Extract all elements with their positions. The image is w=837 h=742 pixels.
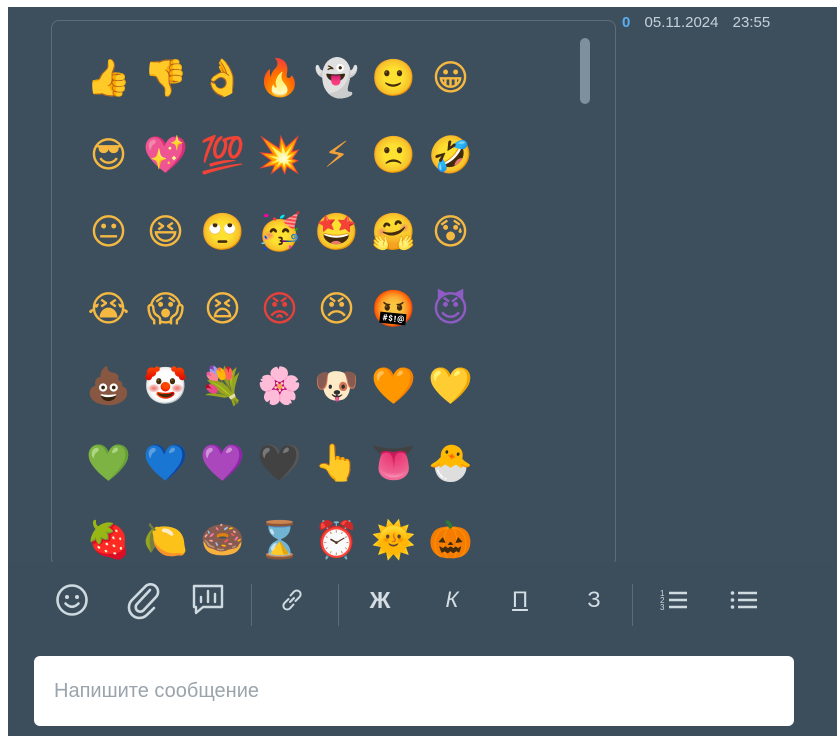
- italic-button[interactable]: К: [434, 580, 470, 620]
- black-heart-emoji[interactable]: 🖤: [251, 442, 308, 519]
- poll-button[interactable]: [186, 580, 230, 620]
- bold-button[interactable]: Ж: [362, 580, 398, 620]
- unread-count: 0: [622, 14, 631, 31]
- partying-face-emoji[interactable]: 🥳: [251, 211, 308, 288]
- hourglass-emoji[interactable]: ⌛: [251, 519, 308, 566]
- tired-face-emoji[interactable]: 😫: [194, 288, 251, 365]
- rolling-on-the-floor-laughing-emoji[interactable]: 🤣: [422, 134, 479, 211]
- cherry-blossom-emoji[interactable]: 🌸: [251, 365, 308, 442]
- backhand-index-pointing-up-emoji[interactable]: 👆: [308, 442, 365, 519]
- frame-top: [0, 0, 837, 7]
- neutral-face-emoji[interactable]: 😐: [80, 211, 137, 288]
- message-date: 05.11.2024: [644, 14, 719, 31]
- formatting-toolbar: Ж К П З 1 2 3: [8, 562, 837, 655]
- slightly-smiling-face-emoji[interactable]: 🙂: [365, 57, 422, 134]
- purple-heart-emoji[interactable]: 💜: [194, 442, 251, 519]
- bulleted-list-button[interactable]: [724, 580, 764, 620]
- blue-heart-emoji[interactable]: 💙: [137, 442, 194, 519]
- link-icon: [282, 589, 302, 611]
- message-input[interactable]: [34, 656, 794, 726]
- ok-hand-emoji[interactable]: 👌: [194, 57, 251, 134]
- message-meta: 0 05.11.2024 23:55: [622, 14, 770, 31]
- link-button[interactable]: [272, 580, 312, 620]
- emoji-button[interactable]: [52, 580, 92, 620]
- ghost-emoji[interactable]: 👻: [308, 57, 365, 134]
- loudly-crying-face-emoji[interactable]: 😭: [80, 288, 137, 365]
- grinning-squinting-face-emoji[interactable]: 😆: [137, 211, 194, 288]
- bulleted-list-icon: [730, 591, 757, 609]
- smiling-face-with-horns-emoji[interactable]: 😈: [422, 288, 479, 365]
- fire-emoji[interactable]: 🔥: [251, 57, 308, 134]
- message-input-wrapper: [34, 656, 794, 726]
- toolbar-divider: [338, 584, 339, 626]
- yellow-heart-emoji[interactable]: 💛: [422, 365, 479, 442]
- grinning-face-emoji[interactable]: 😀: [422, 57, 479, 134]
- green-heart-emoji[interactable]: 💚: [80, 442, 137, 519]
- hatching-chick-emoji[interactable]: 🐣: [422, 442, 479, 519]
- face-screaming-in-fear-emoji[interactable]: 😱: [137, 288, 194, 365]
- svg-text:3: 3: [660, 603, 665, 612]
- bouquet-emoji[interactable]: 💐: [194, 365, 251, 442]
- underline-button[interactable]: П: [502, 580, 538, 620]
- anxious-face-with-sweat-emoji[interactable]: 😰: [422, 211, 479, 288]
- jack-o-lantern-emoji[interactable]: 🎃: [422, 519, 479, 566]
- angry-face-emoji[interactable]: 😠: [308, 288, 365, 365]
- thumbs-down-emoji[interactable]: 👎: [137, 57, 194, 134]
- orange-heart-emoji[interactable]: 🧡: [365, 365, 422, 442]
- enraged-face-emoji[interactable]: 😡: [251, 288, 308, 365]
- doughnut-emoji[interactable]: 🍩: [194, 519, 251, 566]
- strikethrough-button[interactable]: З: [576, 580, 612, 620]
- frame-left: [0, 0, 8, 742]
- smiley-icon: [56, 584, 88, 616]
- collision-emoji[interactable]: 💥: [251, 134, 308, 211]
- hugging-face-emoji[interactable]: 🤗: [365, 211, 422, 288]
- emoji-picker: 👍 👎 👌 🔥 👻 🙂 😀 😎 💖 💯 💥 ⚡ 🙁 🤣 😐 😆 🙄 🥳 🤩 🤗 😰 😭 😱 😫 😡 😠 🤬 😈 💩 🤡 💐 🌸 🐶 🧡 💛 💚 💙 💜 🖤 👆…: [51, 20, 616, 567]
- pile-of-poo-emoji[interactable]: 💩: [80, 365, 137, 442]
- picker-scrollbar[interactable]: [580, 38, 590, 104]
- star-struck-emoji[interactable]: 🤩: [308, 211, 365, 288]
- attach-button[interactable]: [120, 580, 166, 620]
- dog-face-emoji[interactable]: 🐶: [308, 365, 365, 442]
- toolbar-divider: [251, 584, 252, 626]
- slightly-frowning-face-emoji[interactable]: 🙁: [365, 134, 422, 211]
- toolbar-divider: [632, 584, 633, 626]
- clown-face-emoji[interactable]: 🤡: [137, 365, 194, 442]
- alarm-clock-emoji[interactable]: ⏰: [308, 519, 365, 566]
- hundred-points-emoji[interactable]: 💯: [194, 134, 251, 211]
- face-with-rolling-eyes-emoji[interactable]: 🙄: [194, 211, 251, 288]
- face-with-symbols-on-mouth-emoji[interactable]: 🤬: [365, 288, 422, 365]
- frame-bottom: [0, 736, 837, 742]
- chart-message-icon: [192, 584, 224, 615]
- message-time: 23:55: [732, 14, 771, 31]
- numbered-list-icon: 1 2 3: [660, 589, 687, 612]
- lemon-emoji[interactable]: 🍋: [137, 519, 194, 566]
- high-voltage-emoji[interactable]: ⚡: [308, 134, 365, 211]
- strawberry-emoji[interactable]: 🍓: [80, 519, 137, 566]
- numbered-list-button[interactable]: 1 2 3: [654, 580, 694, 620]
- sun-with-face-emoji[interactable]: 🌞: [365, 519, 422, 566]
- emoji-grid: 👍 👎 👌 🔥 👻 🙂 😀 😎 💖 💯 💥 ⚡ 🙁 🤣 😐 😆 🙄 🥳 🤩 🤗 😰 😭 😱 😫 😡 😠 🤬 😈 💩 🤡 💐 🌸 🐶 🧡 💛 💚 💙 💜 🖤 👆…: [80, 57, 479, 566]
- sparkling-heart-emoji[interactable]: 💖: [137, 134, 194, 211]
- smiling-face-with-sunglasses-emoji[interactable]: 😎: [80, 134, 137, 211]
- thumbs-up-emoji[interactable]: 👍: [80, 57, 137, 134]
- tongue-emoji[interactable]: 👅: [365, 442, 422, 519]
- paperclip-icon: [127, 583, 160, 620]
